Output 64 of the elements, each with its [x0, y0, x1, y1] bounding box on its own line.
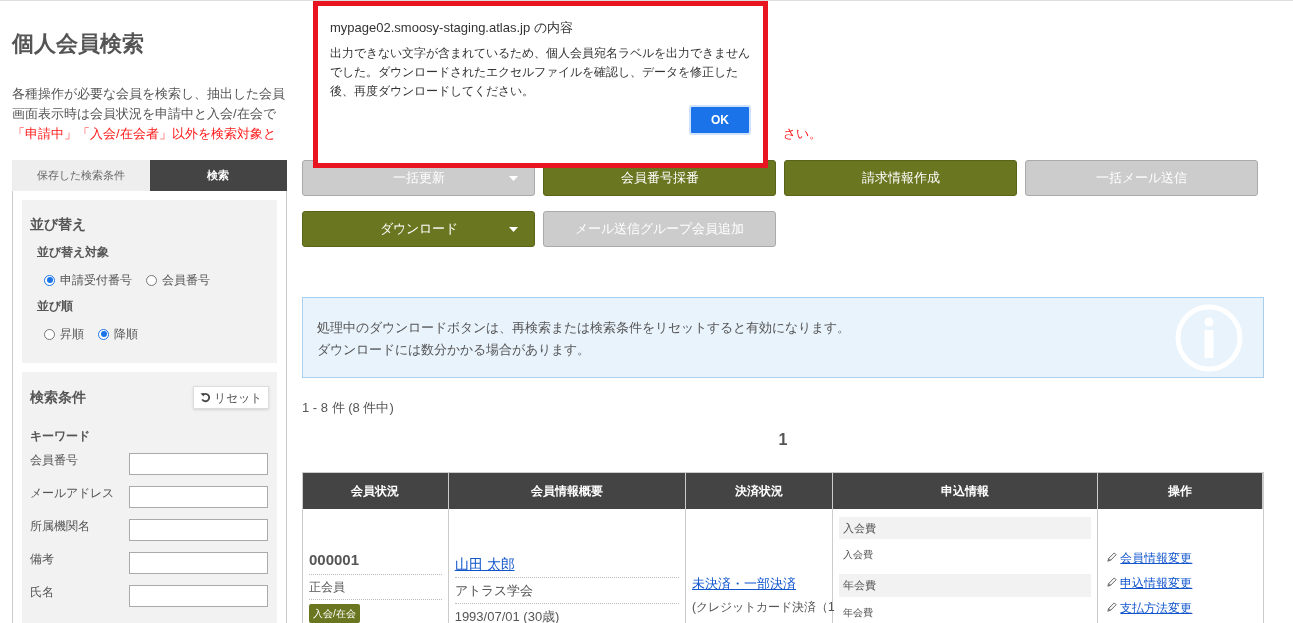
intro-text: 各種操作が必要な会員を検索し、抽出した会員: [12, 85, 285, 103]
input-field[interactable]: [129, 519, 268, 541]
field-label: 氏名: [30, 585, 55, 600]
radio-button[interactable]: [44, 274, 55, 286]
warning-text: さい。: [783, 125, 822, 143]
column-header: 申込情報: [832, 472, 1099, 509]
reset-button[interactable]: リセット: [193, 386, 269, 409]
radio-button[interactable]: [98, 328, 109, 340]
group-label: 並び順: [37, 298, 73, 315]
intro-text: 画面表示時は会員状況を申請中と入会/在会で: [12, 105, 276, 123]
section-title: 検索条件: [30, 388, 86, 407]
radio-button[interactable]: [146, 274, 157, 286]
column-header: 会員状況: [303, 472, 449, 509]
pencil-icon: [1106, 577, 1118, 588]
dialog-title: mypage02.smoosy-staging.atlas.jp の内容: [330, 19, 573, 37]
page-link[interactable]: 1: [778, 427, 788, 452]
operation-link[interactable]: 支払方法変更: [1120, 598, 1193, 617]
radio-option[interactable]: 昇順: [44, 325, 84, 343]
sidebar-tab[interactable]: 保存した検索条件: [12, 160, 150, 191]
member-type: 正会員: [309, 575, 442, 600]
member-name-link[interactable]: 山田 太郎: [454, 555, 515, 572]
sidebar-tab[interactable]: 検索: [149, 160, 287, 191]
result-count: 1 - 8 件 (8 件中): [302, 399, 394, 417]
column-header: 操作: [1098, 472, 1263, 509]
dialog-message: 出力できない文字が含まれているため、個人会員宛名ラベルを出力できませんでした。ダウンロードされたエクセルファイルを確認し、データを修正した後、再度ダウンロードしてください。: [330, 44, 751, 100]
undo-icon: [200, 392, 211, 403]
birthdate-text: 1993/07/01 (30歳): [454, 604, 680, 623]
pencil-icon: [1106, 602, 1118, 613]
status-badge: 入会/在会: [309, 604, 360, 623]
input-field[interactable]: [129, 585, 268, 607]
pencil-icon: [1106, 552, 1118, 563]
payment-note: (クレジットカード決済（1: [692, 598, 835, 615]
fee-heading: 年会費: [839, 574, 1092, 597]
fee-item: 入会費: [842, 548, 875, 562]
operation-link[interactable]: 会員情報変更: [1120, 548, 1193, 567]
column-header: 会員情報概要: [448, 472, 687, 509]
page-title: 個人会員検索: [12, 30, 144, 58]
keyword-heading: キーワード: [30, 428, 90, 445]
member-number: 000001: [309, 548, 442, 575]
ok-button[interactable]: OK: [689, 104, 751, 135]
notice-text: 処理中のダウンロードボタンは、再検索または検索条件をリセットすると有効になります。: [317, 319, 850, 337]
operation-link[interactable]: 申込情報変更: [1120, 573, 1193, 592]
action-button[interactable]: ダウンロード: [302, 211, 535, 247]
field-label: 備考: [30, 552, 55, 567]
organization-text: アトラス学会: [454, 577, 680, 604]
notice-text: ダウンロードには数分かかる場合があります。: [317, 341, 590, 359]
input-field[interactable]: [129, 453, 268, 475]
column-header: 決済状況: [686, 472, 833, 509]
action-button[interactable]: 請求情報作成: [784, 160, 1017, 196]
fee-heading: 入会費: [839, 516, 1092, 539]
radio-option[interactable]: 申請受付番号: [44, 271, 132, 289]
input-field[interactable]: [129, 486, 268, 508]
radio-button[interactable]: [44, 328, 55, 340]
input-field[interactable]: [129, 552, 268, 574]
field-label: 所属機関名: [30, 519, 91, 534]
section-title: 並び替え: [30, 215, 86, 234]
field-label: メールアドレス: [30, 486, 115, 501]
field-label: 会員番号: [30, 453, 79, 468]
payment-status-link[interactable]: 未決済・一部決済: [692, 575, 797, 591]
radio-option[interactable]: 降順: [98, 325, 138, 343]
warning-text: 「申請中」「入会/在会者」以外を検索対象と: [12, 125, 276, 143]
radio-option[interactable]: 会員番号: [146, 271, 210, 289]
fee-item: 年会費: [842, 605, 875, 620]
group-label: 並び替え対象: [37, 244, 109, 261]
